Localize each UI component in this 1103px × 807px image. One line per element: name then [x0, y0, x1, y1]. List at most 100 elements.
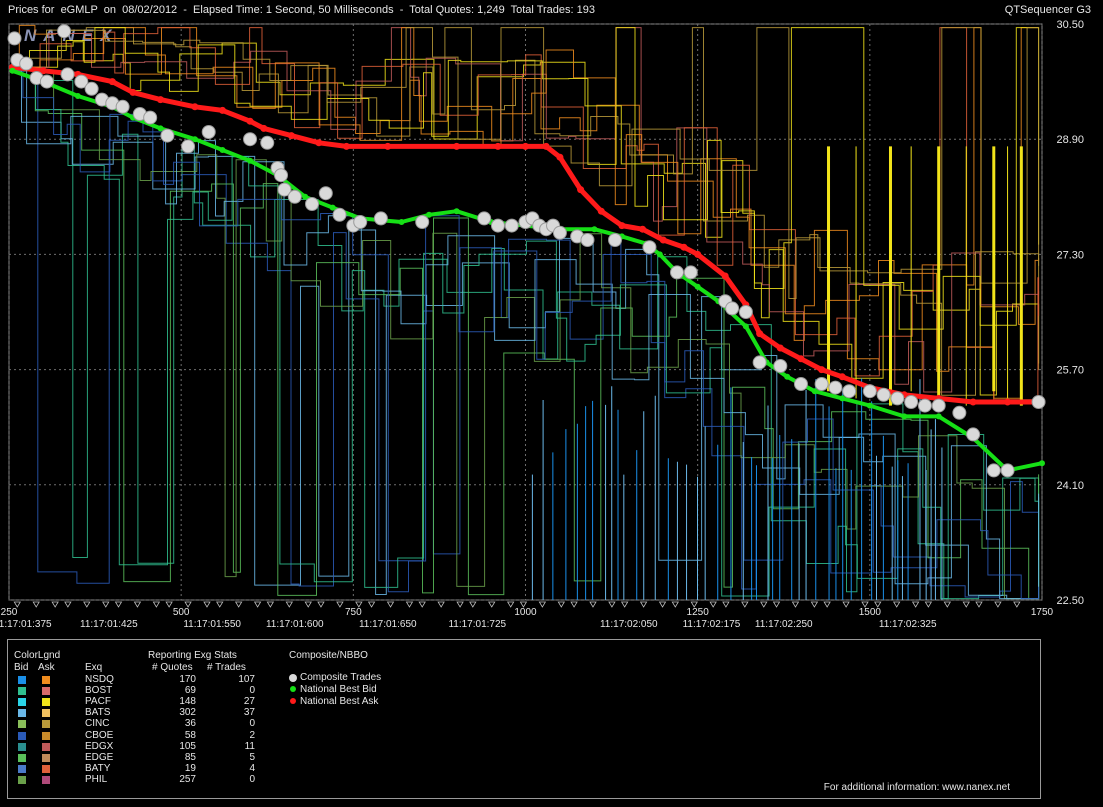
- bid-point: [9, 67, 16, 74]
- time-label: 11:17:02:050: [600, 619, 658, 630]
- bid-color-swatch: [18, 698, 26, 707]
- ask-color-swatch: [42, 698, 50, 707]
- ask-point: [969, 398, 977, 406]
- trades-count: 0: [249, 718, 255, 730]
- trade-point: [160, 128, 175, 143]
- ask-point: [680, 243, 688, 251]
- trade-point: [490, 218, 505, 233]
- time-label: 11:17:01:600: [266, 619, 324, 630]
- trade-point: [931, 398, 946, 413]
- bid-color-swatch: [18, 742, 26, 751]
- trade-point: [580, 233, 595, 247]
- ask-point: [838, 373, 846, 381]
- trade-point: [793, 377, 808, 391]
- bid-color-swatch: [18, 764, 26, 773]
- time-marker: [671, 601, 679, 608]
- national-best-bid-label: National Best Bid: [300, 684, 377, 695]
- exchange-name: PHIL: [85, 773, 108, 785]
- ask-point: [542, 142, 550, 150]
- exchange-name: BATY: [85, 762, 111, 774]
- ask-point: [618, 222, 626, 230]
- bid-point: [74, 93, 81, 99]
- bid-point: [694, 283, 701, 290]
- x-tick-label: 250: [1, 607, 18, 618]
- bid-color-swatch: [18, 731, 26, 740]
- trades-count: 5: [249, 751, 255, 763]
- trade-point: [952, 405, 967, 420]
- trade-point: [738, 305, 753, 319]
- trade-point: [642, 240, 657, 255]
- ask-point: [659, 236, 667, 244]
- ask-point: [556, 153, 564, 161]
- quotes-count: 302: [179, 707, 196, 719]
- time-marker: [962, 601, 970, 608]
- time-marker: [437, 601, 445, 608]
- time-label: 11:17:01:550: [183, 619, 241, 630]
- legend-row-pacf: PACF 148 27: [8, 696, 308, 708]
- trade-point: [752, 355, 767, 370]
- ask-point: [577, 186, 585, 194]
- time-marker: [608, 601, 616, 608]
- trades-count: 4: [249, 762, 255, 774]
- ask-color-swatch: [42, 676, 50, 684]
- ask-point: [384, 142, 392, 150]
- time-marker: [722, 601, 730, 608]
- ask-point: [522, 142, 529, 150]
- trade-point: [373, 211, 388, 226]
- ask-point: [218, 106, 226, 114]
- trades-count: 37: [243, 707, 255, 719]
- time-marker: [253, 601, 262, 608]
- bid-color-swatch: [18, 720, 26, 729]
- time-marker: [892, 601, 901, 608]
- x-tick-label: 1750: [1031, 607, 1054, 618]
- ask-point: [776, 344, 784, 352]
- ask-point: [342, 142, 350, 150]
- trades-count: 0: [249, 773, 255, 785]
- exchange-name: CINC: [85, 718, 110, 730]
- national-best-bid-marker: [290, 686, 296, 692]
- bid-column-label: Bid: [14, 662, 29, 673]
- exq-column-label: Exq: [85, 662, 103, 673]
- bid-point: [742, 323, 749, 330]
- trade-point: [504, 218, 519, 233]
- time-marker: [203, 601, 211, 608]
- trade-point: [477, 211, 492, 226]
- ask-point: [453, 142, 461, 150]
- trade-point: [773, 359, 788, 373]
- trade-point: [828, 380, 843, 395]
- trade-point: [552, 225, 567, 240]
- x-tick-label: 750: [345, 607, 362, 618]
- time-marker: [506, 601, 515, 608]
- title-bar: Prices for eGMLP on 08/02/2012 - Elapsed…: [0, 0, 1103, 20]
- ask-point: [818, 366, 826, 374]
- bid-point: [219, 147, 226, 153]
- time-marker: [924, 601, 933, 608]
- time-marker: [51, 601, 59, 608]
- bid-point: [784, 373, 791, 380]
- y-tick-label: 30.50: [1056, 20, 1084, 31]
- x-tick-label: 500: [173, 607, 190, 618]
- time-marker: [114, 601, 123, 608]
- x-tick-label: 1250: [687, 607, 710, 618]
- legend-panel: ColorLgnd Bid Ask Exq Reporting Exg Stat…: [7, 639, 1041, 799]
- time-marker: [975, 601, 983, 608]
- time-marker: [133, 601, 142, 608]
- trades-count: 27: [243, 696, 255, 708]
- trade-point: [84, 81, 99, 96]
- composite-trades-label: Composite Trades: [300, 672, 382, 683]
- bid-point: [866, 402, 873, 409]
- quotes-count: 105: [179, 740, 196, 752]
- composite-trades-marker: [289, 674, 297, 682]
- time-marker: [620, 601, 629, 608]
- trade-point: [966, 427, 981, 442]
- ask-point: [157, 96, 165, 104]
- time-marker: [304, 601, 312, 608]
- national-best-ask-label: National Best Ask: [300, 696, 379, 707]
- time-marker: [336, 601, 344, 608]
- ask-color-swatch: [42, 709, 50, 718]
- ask-point: [129, 88, 137, 96]
- trades-count: 2: [249, 729, 255, 741]
- time-marker: [405, 601, 414, 608]
- time-marker: [538, 601, 547, 608]
- x-tick-label: 1000: [514, 607, 537, 618]
